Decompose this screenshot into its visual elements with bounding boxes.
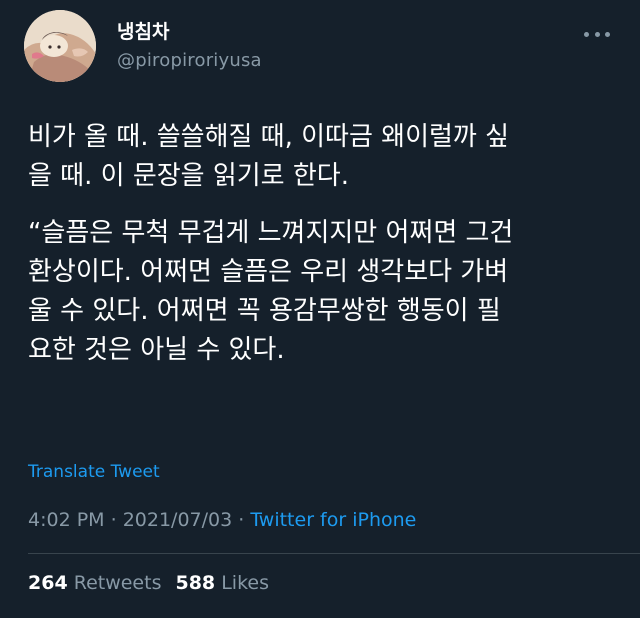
divider — [28, 553, 640, 554]
retweets-count: 264 — [28, 572, 68, 594]
avatar[interactable] — [24, 10, 96, 82]
separator: · — [104, 509, 123, 531]
tweet-source-link[interactable]: Twitter for iPhone — [250, 509, 416, 531]
dot — [605, 31, 610, 37]
dot — [594, 31, 600, 37]
tweet-metadata: 4:02 PM · 2021/07/03 · Twitter for iPhon… — [28, 506, 416, 534]
illustrated-avatar-icon — [24, 10, 96, 82]
retweets-stat[interactable]: 264 Retweets — [28, 572, 161, 594]
tweet-time[interactable]: 4:02 PM — [28, 509, 105, 531]
engagement-stats: 264 Retweets 588 Likes — [28, 569, 269, 597]
tweet-text: 비가 올 때. 쓸쓸해질 때, 이따금 왜이럴까 싶 을 때. 이 문장을 읽기… — [28, 118, 628, 370]
translate-tweet-link[interactable]: Translate Tweet — [28, 460, 160, 484]
user-handle[interactable]: @piropiroriyusa — [117, 49, 262, 73]
likes-count: 588 — [175, 572, 216, 594]
tweet-date[interactable]: 2021/07/03 — [123, 509, 233, 531]
dot — [584, 31, 589, 37]
tweet-paragraph: “슬픔은 무척 무겁게 느껴지지만 어쩌면 그건 환상이다. 어쩌면 슬픔은 우… — [28, 218, 514, 365]
display-name[interactable]: 냉침차 — [117, 20, 169, 44]
likes-stat[interactable]: 588 Likes — [175, 572, 269, 594]
retweets-label: Retweets — [73, 572, 162, 594]
separator: · — [232, 509, 251, 531]
tweet-paragraph: 비가 올 때. 쓸쓸해질 때, 이따금 왜이럴까 싶 을 때. 이 문장을 읽기… — [28, 122, 510, 191]
tweet-detail: 냉침차 @piropiroriyusa 비가 올 때. 쓸쓸해질 때, 이따금 … — [0, 0, 640, 618]
more-options-icon[interactable] — [584, 30, 610, 38]
likes-label: Likes — [221, 572, 269, 594]
